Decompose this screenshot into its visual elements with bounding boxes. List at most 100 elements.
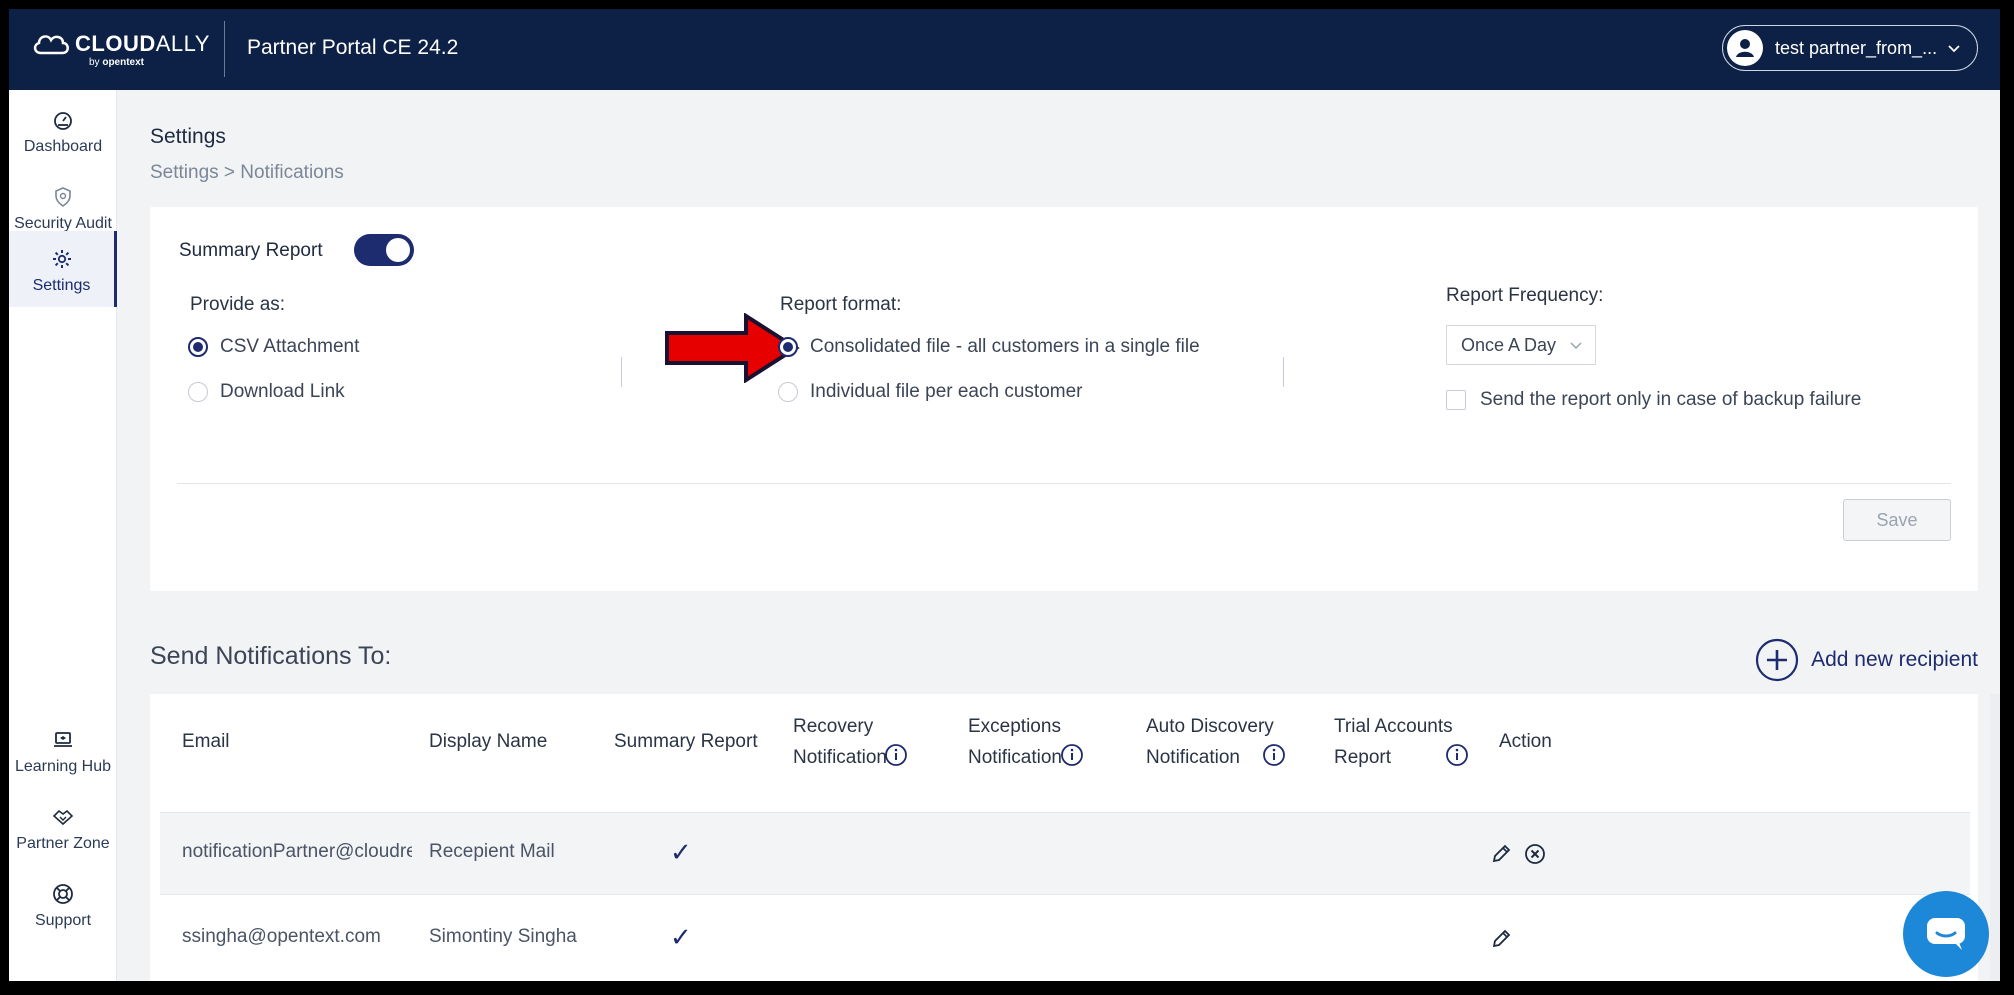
edit-pencil-icon[interactable]	[1490, 928, 1512, 950]
check-icon: ✓	[670, 922, 692, 952]
cell-email: ssingha@opentext.com	[182, 926, 381, 947]
cell-display-name: Simontiny Singha	[429, 926, 577, 947]
sidebar: Dashboard Security Audit Settings Learni…	[9, 90, 117, 981]
sidebar-item-settings[interactable]: Settings	[9, 231, 117, 307]
column-header-email: Email	[182, 731, 230, 752]
breadcrumb[interactable]: Settings > Notifications	[150, 162, 344, 184]
header-divider	[224, 21, 225, 77]
checkbox-label: Send the report only in case of backup f…	[1480, 389, 1862, 410]
info-icon[interactable]	[1060, 743, 1084, 767]
add-recipient-label: Add new recipient	[1811, 648, 1978, 671]
laptop-icon	[54, 732, 72, 747]
summary-report-toggle[interactable]	[354, 234, 414, 266]
cloudally-logo[interactable]: CLOUDALLY by opentext	[31, 27, 211, 75]
shield-icon	[55, 187, 71, 207]
radio-individual-file[interactable]: Individual file per each customer	[778, 381, 1082, 403]
report-frequency-heading: Report Frequency:	[1446, 285, 1604, 306]
app-window: CLOUDALLY by opentext Partner Portal CE …	[0, 0, 2014, 995]
chevron-down-icon	[1570, 342, 1582, 350]
header-line: Notification	[793, 747, 887, 768]
handshake-icon	[52, 809, 74, 826]
column-header-summary-report: Summary Report	[614, 731, 758, 752]
chevron-down-icon	[1948, 45, 1960, 53]
sidebar-item-partner-zone[interactable]: Partner Zone	[9, 787, 117, 875]
table-row: ssingha@opentext.com Simontiny Singha ✓	[160, 895, 1970, 977]
radio-label: Consolidated file - all customers in a s…	[810, 336, 1200, 357]
user-name: test partner_from_...	[1775, 37, 1938, 58]
sidebar-item-label: Support	[34, 912, 92, 929]
radio-label: Download Link	[220, 381, 345, 402]
radio-download-link[interactable]: Download Link	[188, 381, 345, 403]
header-line: Recovery	[793, 716, 874, 737]
chat-bubble-icon	[1927, 918, 1965, 950]
sidebar-item-learning-hub[interactable]: Learning Hub	[9, 710, 117, 798]
info-icon[interactable]	[1445, 743, 1469, 767]
plus-circle-icon	[1755, 638, 1799, 682]
info-icon[interactable]	[884, 743, 908, 767]
top-bar: CLOUDALLY by opentext Partner Portal CE …	[9, 9, 2000, 90]
backup-failure-checkbox[interactable]	[1446, 390, 1466, 410]
column-divider	[621, 357, 622, 387]
sidebar-item-support[interactable]: Support	[9, 864, 117, 952]
report-format-heading: Report format:	[780, 294, 902, 315]
logo-byline: by opentext	[89, 57, 145, 68]
column-header-action: Action	[1499, 731, 1552, 752]
radio-csv-attachment[interactable]: CSV Attachment	[188, 336, 359, 358]
cell-email: notificationPartner@cloudre...	[182, 841, 412, 862]
header-line: Notification	[968, 747, 1062, 768]
sidebar-item-label: Partner Zone	[16, 835, 110, 852]
user-avatar-icon	[1727, 30, 1763, 66]
column-divider	[1283, 357, 1284, 387]
card-divider	[177, 483, 1951, 484]
table-scrollbar[interactable]	[1990, 694, 2000, 981]
radio-button-selected[interactable]	[778, 337, 798, 357]
cloud-logo-icon	[33, 35, 69, 55]
main-content: Settings Settings > Notifications Summar…	[117, 90, 2000, 981]
page-title: Settings	[150, 125, 226, 148]
header-line: Auto Discovery	[1146, 716, 1274, 737]
column-header-trial-accounts: Trial Accounts Report	[1334, 711, 1453, 773]
header-line: Report	[1334, 747, 1392, 768]
logo-wordmark: CLOUDALLY	[75, 31, 210, 56]
column-header-auto-discovery: Auto Discovery Notification	[1146, 711, 1274, 773]
add-recipient-button[interactable]: Add new recipient	[1755, 638, 1978, 682]
save-button[interactable]: Save	[1843, 499, 1951, 541]
frequency-select[interactable]: Once A Day	[1446, 325, 1596, 365]
radio-consolidated-file[interactable]: Consolidated file - all customers in a s…	[778, 336, 1200, 358]
radio-label: CSV Attachment	[220, 336, 360, 357]
gauge-icon	[54, 112, 72, 130]
summary-report-label: Summary Report	[179, 240, 323, 261]
sidebar-item-label: Dashboard	[23, 138, 103, 155]
recipients-table: Email Display Name Summary Report Recove…	[150, 694, 1978, 981]
lifebuoy-icon	[53, 884, 73, 904]
column-header-recovery: Recovery Notification	[793, 711, 887, 773]
header-line: Trial Accounts	[1334, 716, 1453, 737]
edit-pencil-icon[interactable]	[1490, 843, 1512, 865]
notifications-title: Send Notifications To:	[150, 642, 392, 670]
provide-as-heading: Provide as:	[190, 294, 286, 315]
radio-button[interactable]	[188, 382, 208, 402]
radio-label: Individual file per each customer	[810, 381, 1083, 402]
backup-failure-checkbox-row[interactable]: Send the report only in case of backup f…	[1446, 389, 1861, 411]
chat-widget-button[interactable]	[1903, 891, 1989, 977]
info-icon[interactable]	[1262, 743, 1286, 767]
table-row: notificationPartner@cloudre... Recepient…	[160, 813, 1970, 895]
summary-report-card: Summary Report Provide as: CSV Attachmen…	[150, 207, 1978, 591]
check-icon: ✓	[670, 837, 692, 867]
column-header-exceptions: Exceptions Notification	[968, 711, 1062, 773]
toggle-knob	[386, 238, 410, 262]
sidebar-item-label: Settings	[32, 277, 91, 294]
sidebar-item-dashboard[interactable]: Dashboard	[9, 90, 117, 178]
sidebar-item-label: Learning Hub	[14, 758, 112, 775]
delete-circle-x-icon[interactable]	[1524, 843, 1546, 865]
radio-button[interactable]	[778, 382, 798, 402]
header-line: Exceptions	[968, 716, 1061, 737]
frequency-select-value: Once A Day	[1461, 334, 1557, 355]
gear-icon	[52, 250, 71, 268]
portal-title: Partner Portal CE 24.2	[247, 36, 459, 59]
user-menu-button[interactable]: test partner_from_...	[1722, 25, 1978, 71]
radio-button-selected[interactable]	[188, 337, 208, 357]
column-header-display-name: Display Name	[429, 731, 548, 752]
header-line: Notification	[1146, 747, 1240, 768]
cell-display-name: Recepient Mail	[429, 841, 555, 862]
